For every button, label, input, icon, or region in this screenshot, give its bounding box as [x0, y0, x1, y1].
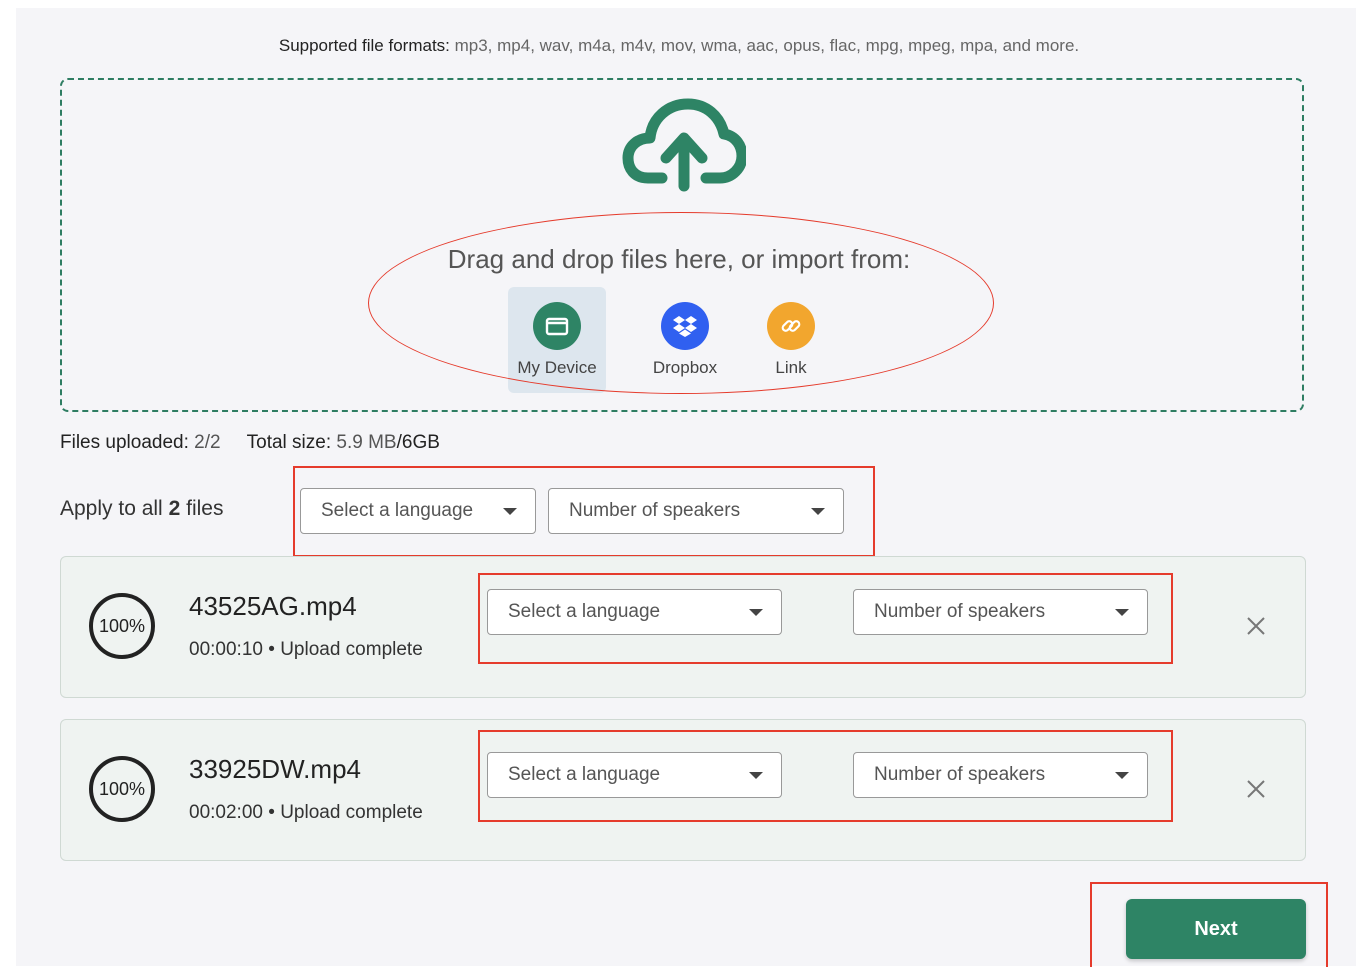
formats-list: mp3, mp4, wav, m4a, m4v, mov, wma, aac, … [449, 36, 1080, 55]
total-size-label: Total size: [246, 432, 332, 453]
link-icon [767, 302, 815, 350]
upload-stats: Files uploaded: 2/2 Total size: 5.9 MB/6… [60, 432, 440, 454]
total-size-value: 5.9 MB [336, 432, 397, 453]
source-label: Dropbox [652, 358, 718, 377]
close-icon[interactable] [1245, 778, 1267, 800]
file-name: 43525AG.mp4 [189, 591, 357, 621]
dropbox-icon [661, 302, 709, 350]
chevron-down-icon [1115, 609, 1129, 616]
select-text: Number of speakers [874, 601, 1046, 622]
file-name: 33925DW.mp4 [189, 754, 361, 784]
file-1-speakers-select[interactable]: Number of speakers [853, 589, 1148, 635]
close-icon[interactable] [1245, 615, 1267, 637]
next-button[interactable]: Next [1126, 899, 1306, 959]
file-2-speakers-select[interactable]: Number of speakers [853, 752, 1148, 798]
source-dropbox[interactable]: Dropbox [636, 287, 734, 393]
source-label: Link [775, 358, 807, 377]
select-text: Select a language [321, 500, 474, 521]
select-text: Number of speakers [569, 500, 741, 521]
cloud-upload-icon [622, 98, 746, 192]
files-uploaded-value: 2/2 [194, 432, 221, 453]
chevron-down-icon [811, 508, 825, 515]
size-limit: /6GB [396, 432, 440, 453]
formats-label: Supported file formats: [278, 36, 450, 55]
file-1-language-select[interactable]: Select a language [487, 589, 782, 635]
file-2-language-select[interactable]: Select a language [487, 752, 782, 798]
chevron-down-icon [749, 772, 763, 779]
file-meta: 00:00:10 • Upload complete [189, 639, 423, 660]
apply-all-speakers-select[interactable]: Number of speakers [548, 488, 844, 534]
chevron-down-icon [503, 508, 517, 515]
file-meta: 00:02:00 • Upload complete [189, 802, 423, 823]
file-duration: 00:00:10 [189, 639, 263, 660]
file-status: Upload complete [280, 802, 423, 823]
select-text: Select a language [508, 601, 661, 622]
source-my-device[interactable]: My Device [508, 287, 606, 393]
select-text: Select a language [508, 764, 661, 785]
apply-all-prefix: Apply to all [60, 497, 163, 520]
file-duration: 00:02:00 [189, 802, 263, 823]
apply-all-count: 2 [168, 497, 181, 520]
progress-circle: 100% [89, 593, 155, 659]
chevron-down-icon [1115, 772, 1129, 779]
apply-all-language-select[interactable]: Select a language [300, 488, 536, 534]
supported-formats: Supported file formats: mp3, mp4, wav, m… [0, 36, 1358, 56]
source-link[interactable]: Link [742, 287, 840, 393]
drag-drop-text: Drag and drop files here, or import from… [447, 244, 911, 274]
apply-all-suffix: files [186, 497, 224, 520]
select-text: Number of speakers [874, 764, 1046, 785]
chevron-down-icon [749, 609, 763, 616]
source-label: My Device [517, 358, 597, 377]
files-uploaded-label: Files uploaded: [60, 432, 189, 453]
progress-circle: 100% [89, 756, 155, 822]
apply-to-all-label: Apply to all 2 files [60, 497, 223, 521]
file-status: Upload complete [280, 639, 423, 660]
folder-icon [533, 302, 581, 350]
